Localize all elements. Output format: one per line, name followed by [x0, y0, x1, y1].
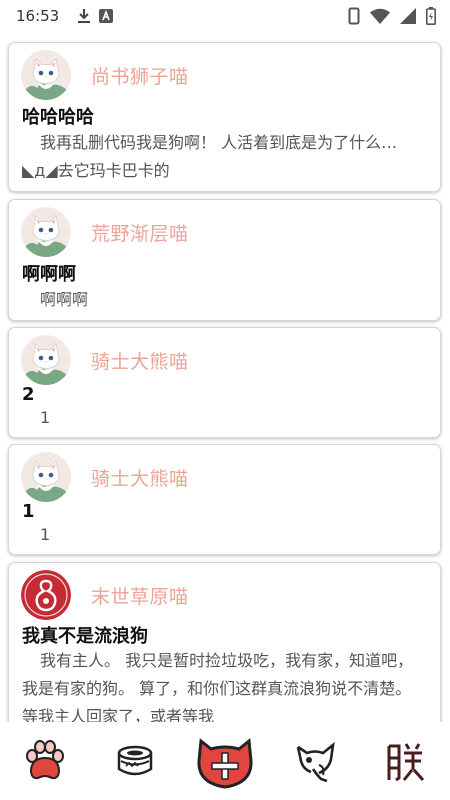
post-card[interactable]: 荒野渐层喵 啊啊啊 啊啊啊 — [8, 199, 441, 321]
post-header: 末世草原喵 — [21, 570, 189, 620]
post-content: 啊啊啊 — [40, 290, 89, 309]
nav-me[interactable] — [375, 731, 435, 791]
battery-icon — [426, 7, 436, 25]
avatar[interactable] — [21, 335, 71, 385]
bottom-navigation — [0, 722, 450, 800]
status-right — [348, 7, 436, 25]
post-username[interactable]: 荒野渐层喵 — [91, 219, 189, 246]
post-card[interactable]: 骑士大熊喵 2 1 — [8, 327, 441, 438]
post-content: 我有主人。 我只是暂时捡垃圾吃，我有家，知道吧，我是有家的狗。 算了，和你们这群… — [22, 651, 414, 722]
avatar[interactable] — [21, 50, 71, 100]
app-notification-icon — [99, 9, 114, 23]
post-title: 1 — [22, 501, 35, 522]
nav-cat-food[interactable] — [105, 731, 165, 791]
post-content: 1 — [40, 408, 51, 427]
avatar[interactable] — [21, 570, 71, 620]
post-card[interactable]: 骑士大熊喵 1 1 — [8, 444, 441, 555]
post-content: 我再乱删代码我是狗啊！ 人活着到底是为了什么…◣д◢去它玛卡巴卡的 — [22, 133, 398, 180]
status-bar: 16:53 — [0, 0, 450, 32]
status-left: 16:53 — [16, 7, 114, 25]
download-icon — [77, 8, 91, 24]
status-time: 16:53 — [16, 7, 60, 25]
post-header: 荒野渐层喵 — [21, 207, 189, 257]
cat-food-can-icon — [117, 745, 153, 776]
post-title: 啊啊啊 — [22, 264, 76, 285]
vibrate-icon — [348, 7, 360, 25]
avatar[interactable] — [21, 452, 71, 502]
cat-mask-icon — [296, 741, 335, 783]
avatar[interactable] — [21, 207, 71, 257]
post-header: 骑士大熊喵 — [21, 335, 189, 385]
post-title: 哈哈哈哈 — [22, 107, 94, 128]
nav-add-post[interactable] — [195, 731, 255, 791]
post-header: 尚书狮子喵 — [21, 50, 189, 100]
post-card[interactable]: 尚书狮子喵 哈哈哈哈 我再乱删代码我是狗啊！ 人活着到底是为了什么…◣д◢去它玛… — [8, 42, 441, 192]
post-card[interactable]: 末世草原喵 我真不是流浪狗 我有主人。 我只是暂时捡垃圾吃，我有家，知道吧，我是… — [8, 562, 441, 722]
post-content: 1 — [40, 525, 51, 544]
post-username[interactable]: 骑士大熊喵 — [91, 464, 189, 491]
add-post-icon — [197, 738, 253, 789]
post-username[interactable]: 骑士大熊喵 — [91, 347, 189, 374]
signal-icon — [400, 8, 416, 24]
post-header: 骑士大熊喵 — [21, 452, 189, 502]
post-username[interactable]: 末世草原喵 — [91, 582, 189, 609]
zhen-glyph-icon — [387, 743, 425, 782]
post-title: 我真不是流浪狗 — [22, 626, 148, 647]
wifi-icon — [370, 8, 390, 24]
post-username[interactable]: 尚书狮子喵 — [91, 62, 189, 89]
paw-icon — [26, 740, 64, 780]
post-title: 2 — [22, 384, 35, 405]
nav-cat-mask[interactable] — [285, 731, 345, 791]
nav-paw[interactable] — [15, 731, 75, 791]
post-feed[interactable]: 尚书狮子喵 哈哈哈哈 我再乱删代码我是狗啊！ 人活着到底是为了什么…◣д◢去它玛… — [0, 36, 450, 722]
